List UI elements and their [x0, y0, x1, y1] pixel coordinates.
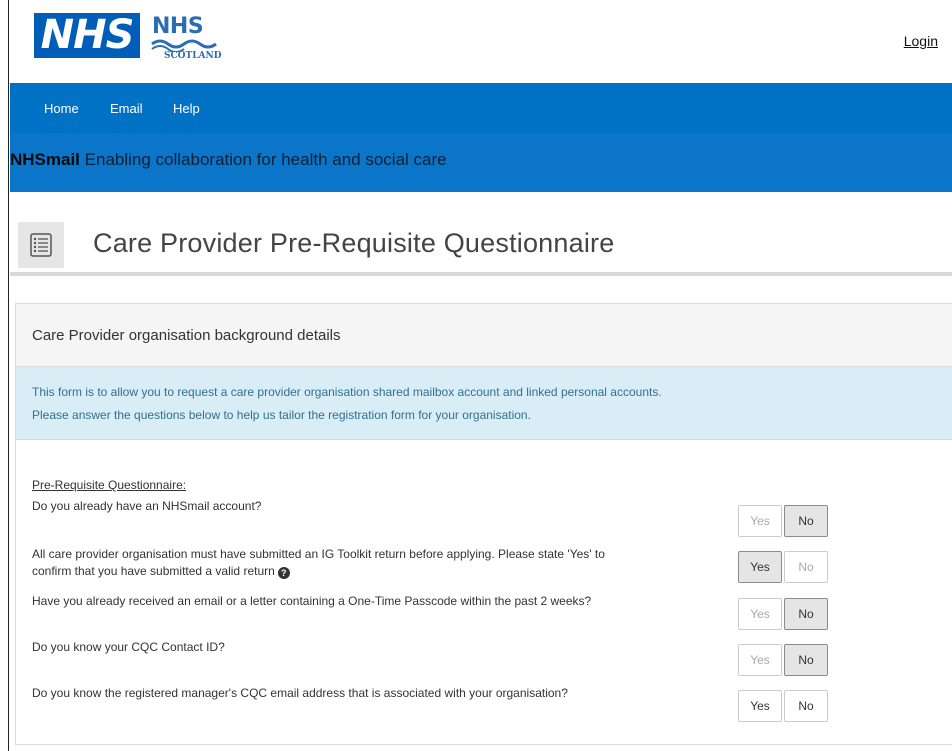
- question-2-yes-button[interactable]: Yes: [738, 551, 782, 583]
- question-4-no-button[interactable]: No: [784, 644, 828, 676]
- question-5-yes-button[interactable]: Yes: [738, 690, 782, 722]
- question-3-no-button[interactable]: No: [784, 598, 828, 630]
- nav-email[interactable]: Email: [110, 101, 143, 116]
- left-border-line: [8, 0, 9, 751]
- page-title: Care Provider Pre-Requisite Questionnair…: [93, 228, 615, 258]
- question-1-no-button[interactable]: No: [784, 505, 828, 537]
- question-5: Do you know the registered manager's CQC…: [32, 686, 568, 700]
- nhs-logo: NHS: [34, 13, 140, 58]
- question-5-no-button[interactable]: No: [784, 690, 828, 722]
- site-banner: NHSmail Enabling collaboration for healt…: [10, 133, 952, 192]
- question-1-toggle: Yes No: [738, 505, 828, 537]
- info-line-2: Please answer the questions below to hel…: [32, 408, 531, 422]
- question-2-toggle: Yes No: [738, 551, 828, 583]
- question-4-toggle: Yes No: [738, 644, 828, 676]
- banner-tagline: Enabling collaboration for health and so…: [84, 150, 447, 169]
- logo-scotland-text: SCOTLAND: [164, 51, 222, 61]
- logo-scot-nhs-text: NHS: [152, 14, 204, 39]
- question-5-toggle: Yes No: [738, 690, 828, 722]
- banner-brand: NHSmail: [10, 150, 80, 169]
- question-2-line-1: All care provider organisation must have…: [32, 547, 605, 561]
- question-3-yes-button[interactable]: Yes: [738, 598, 782, 630]
- question-help-icon[interactable]: ?: [277, 567, 290, 579]
- wave-icon: [151, 39, 217, 52]
- question-2: All care provider organisation must have…: [32, 546, 605, 580]
- info-line-1: This form is to allow you to request a c…: [32, 385, 662, 399]
- nav-home[interactable]: Home: [44, 101, 79, 116]
- login-link[interactable]: Login: [904, 33, 938, 49]
- questionnaire-panel: Care Provider organisation background de…: [15, 303, 952, 745]
- panel-header: Care Provider organisation background de…: [16, 304, 952, 367]
- banner-text: NHSmail Enabling collaboration for healt…: [10, 150, 447, 170]
- question-1-yes-button[interactable]: Yes: [738, 505, 782, 537]
- form-list-icon: [18, 222, 64, 268]
- question-4-yes-button[interactable]: Yes: [738, 644, 782, 676]
- title-divider: [10, 272, 952, 276]
- question-2-line-2: confirm that you have submitted a valid …: [32, 564, 275, 578]
- question-4: Do you know your CQC Contact ID?: [32, 640, 225, 654]
- info-alert: This form is to allow you to request a c…: [16, 367, 952, 440]
- question-2-no-button[interactable]: No: [784, 551, 828, 583]
- questionnaire-heading: Pre-Requisite Questionnaire:: [32, 478, 187, 492]
- question-1: Do you already have an NHSmail account?: [32, 499, 262, 513]
- question-3: Have you already received an email or a …: [32, 594, 592, 608]
- panel-heading: Care Provider organisation background de…: [32, 327, 341, 344]
- top-nav: Home Email Help: [10, 83, 952, 133]
- question-3-toggle: Yes No: [738, 598, 828, 630]
- nhs-scotland-logo: NHS SCOTLAND: [150, 14, 222, 62]
- nav-help[interactable]: Help: [173, 101, 200, 116]
